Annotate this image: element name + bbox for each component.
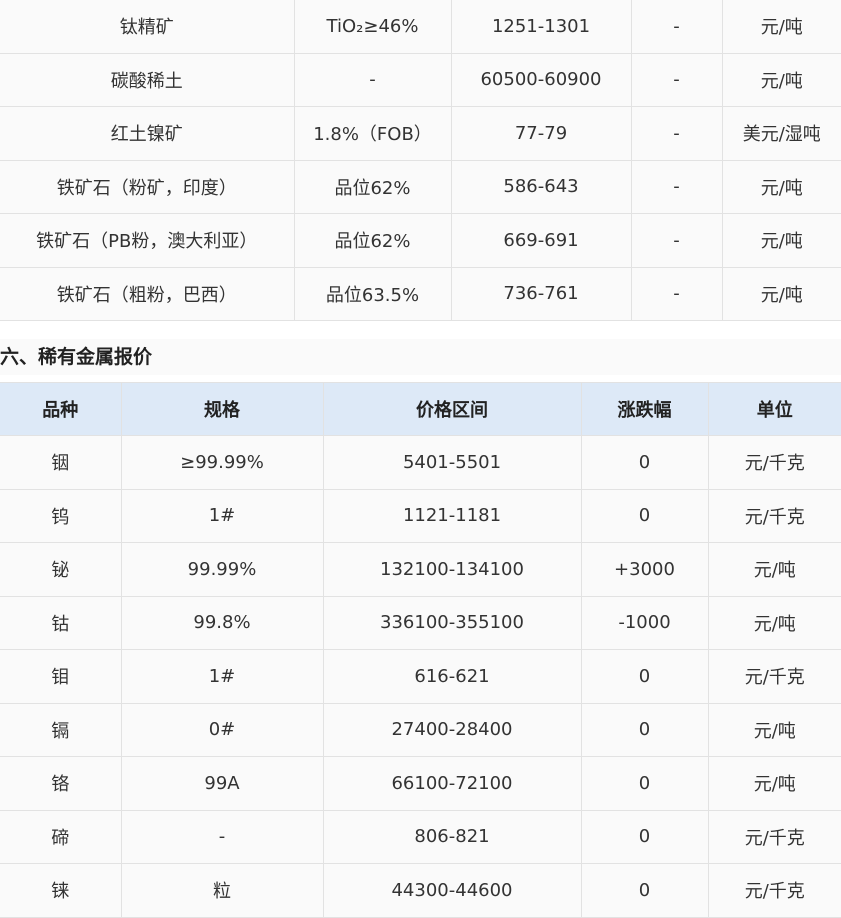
- price-range-cell: 60500-60900: [450, 52, 632, 107]
- spec-cell: -: [293, 52, 452, 107]
- table-row: 钼 1# 616-621 0 元/千克: [0, 649, 841, 704]
- price-range-cell: 27400-28400: [322, 702, 582, 757]
- unit-cell: 元/吨: [707, 595, 841, 650]
- table-row: 碳酸稀土 - 60500-60900 - 元/吨: [0, 52, 841, 107]
- header-unit: 单位: [707, 382, 841, 436]
- table-row: 铁矿石（粉矿，印度） 品位62% 586-643 - 元/吨: [0, 159, 841, 214]
- change-cell: +3000: [580, 542, 709, 597]
- table-row: 钴 99.8% 336100-355100 -1000 元/吨: [0, 595, 841, 650]
- price-range-cell: 336100-355100: [322, 595, 582, 650]
- spec-cell: 品位63.5%: [293, 266, 452, 321]
- variety-cell: 铁矿石（PB粉，澳大利亚）: [0, 213, 295, 268]
- variety-cell: 钼: [0, 649, 122, 704]
- change-cell: -: [630, 52, 723, 107]
- change-cell: -: [630, 0, 723, 54]
- variety-cell: 铋: [0, 542, 122, 597]
- header-spec: 规格: [120, 382, 324, 436]
- variety-cell: 碲: [0, 809, 122, 864]
- header-variety: 品种: [0, 382, 122, 436]
- spec-cell: 0#: [120, 702, 324, 757]
- unit-cell: 元/吨: [721, 266, 841, 321]
- change-cell: 0: [580, 702, 709, 757]
- change-cell: 0: [580, 863, 709, 918]
- change-cell: -: [630, 159, 723, 214]
- ore-price-table: 钛精矿 TiO₂≥46% 1251-1301 - 元/吨 碳酸稀土 - 6050…: [0, 0, 841, 321]
- spec-cell: 品位62%: [293, 159, 452, 214]
- table-row: 镉 0# 27400-28400 0 元/吨: [0, 702, 841, 757]
- change-cell: 0: [580, 809, 709, 864]
- change-cell: -: [630, 213, 723, 268]
- price-range-cell: 669-691: [450, 213, 632, 268]
- spec-cell: 1.8%（FOB）: [293, 106, 452, 161]
- table-row: 铁矿石（PB粉，澳大利亚） 品位62% 669-691 - 元/吨: [0, 213, 841, 268]
- unit-cell: 元/吨: [721, 159, 841, 214]
- table-row: 铁矿石（粗粉，巴西） 品位63.5% 736-761 - 元/吨: [0, 266, 841, 321]
- variety-cell: 铟: [0, 435, 122, 490]
- price-range-cell: 1251-1301: [450, 0, 632, 54]
- price-range-cell: 1121-1181: [322, 488, 582, 543]
- spec-cell: -: [120, 809, 324, 864]
- table-row: 钨 1# 1121-1181 0 元/千克: [0, 488, 841, 543]
- price-range-cell: 77-79: [450, 106, 632, 161]
- unit-cell: 元/吨: [707, 542, 841, 597]
- variety-cell: 碳酸稀土: [0, 52, 295, 107]
- variety-cell: 铁矿石（粗粉，巴西）: [0, 266, 295, 321]
- price-range-cell: 806-821: [322, 809, 582, 864]
- unit-cell: 元/吨: [721, 0, 841, 54]
- table-row: 铟 ≥99.99% 5401-5501 0 元/千克: [0, 435, 841, 490]
- price-range-cell: 736-761: [450, 266, 632, 321]
- unit-cell: 元/吨: [721, 213, 841, 268]
- spec-cell: 99.8%: [120, 595, 324, 650]
- spec-cell: ≥99.99%: [120, 435, 324, 490]
- unit-cell: 元/吨: [721, 52, 841, 107]
- header-change: 涨跌幅: [580, 382, 709, 436]
- price-range-cell: 66100-72100: [322, 756, 582, 811]
- change-cell: -: [630, 106, 723, 161]
- variety-cell: 铬: [0, 756, 122, 811]
- table-header-row: 品种 规格 价格区间 涨跌幅 单位: [0, 382, 841, 436]
- unit-cell: 元/千克: [707, 863, 841, 918]
- variety-cell: 钨: [0, 488, 122, 543]
- variety-cell: 铁矿石（粉矿，印度）: [0, 159, 295, 214]
- variety-cell: 钴: [0, 595, 122, 650]
- variety-cell: 铼: [0, 863, 122, 918]
- spec-cell: 99A: [120, 756, 324, 811]
- table-row: 铬 99A 66100-72100 0 元/吨: [0, 756, 841, 811]
- header-price-range: 价格区间: [322, 382, 582, 436]
- price-range-cell: 616-621: [322, 649, 582, 704]
- table-row: 铋 99.99% 132100-134100 +3000 元/吨: [0, 542, 841, 597]
- unit-cell: 元/千克: [707, 435, 841, 490]
- change-cell: 0: [580, 649, 709, 704]
- variety-cell: 红土镍矿: [0, 106, 295, 161]
- spec-cell: 1#: [120, 488, 324, 543]
- price-range-cell: 586-643: [450, 159, 632, 214]
- variety-cell: 钛精矿: [0, 0, 295, 54]
- change-cell: -1000: [580, 595, 709, 650]
- table-row: 红土镍矿 1.8%（FOB） 77-79 - 美元/湿吨: [0, 106, 841, 161]
- price-range-cell: 132100-134100: [322, 542, 582, 597]
- spec-cell: TiO₂≥46%: [293, 0, 452, 54]
- change-cell: 0: [580, 435, 709, 490]
- change-cell: 0: [580, 488, 709, 543]
- spec-cell: 粒: [120, 863, 324, 918]
- unit-cell: 美元/湿吨: [721, 106, 841, 161]
- unit-cell: 元/吨: [707, 756, 841, 811]
- table-row: 钛精矿 TiO₂≥46% 1251-1301 - 元/吨: [0, 0, 841, 54]
- unit-cell: 元/千克: [707, 488, 841, 543]
- change-cell: -: [630, 266, 723, 321]
- unit-cell: 元/千克: [707, 809, 841, 864]
- price-range-cell: 5401-5501: [322, 435, 582, 490]
- spec-cell: 1#: [120, 649, 324, 704]
- rare-metal-price-table: 品种 规格 价格区间 涨跌幅 单位 铟 ≥99.99% 5401-5501 0 …: [0, 382, 841, 918]
- table-row: 铼 粒 44300-44600 0 元/千克: [0, 863, 841, 918]
- unit-cell: 元/千克: [707, 649, 841, 704]
- change-cell: 0: [580, 756, 709, 811]
- spec-cell: 99.99%: [120, 542, 324, 597]
- table-row: 碲 - 806-821 0 元/千克: [0, 809, 841, 864]
- spec-cell: 品位62%: [293, 213, 452, 268]
- section-heading-rare-metals: 六、稀有金属报价: [0, 339, 841, 375]
- unit-cell: 元/吨: [707, 702, 841, 757]
- variety-cell: 镉: [0, 702, 122, 757]
- price-range-cell: 44300-44600: [322, 863, 582, 918]
